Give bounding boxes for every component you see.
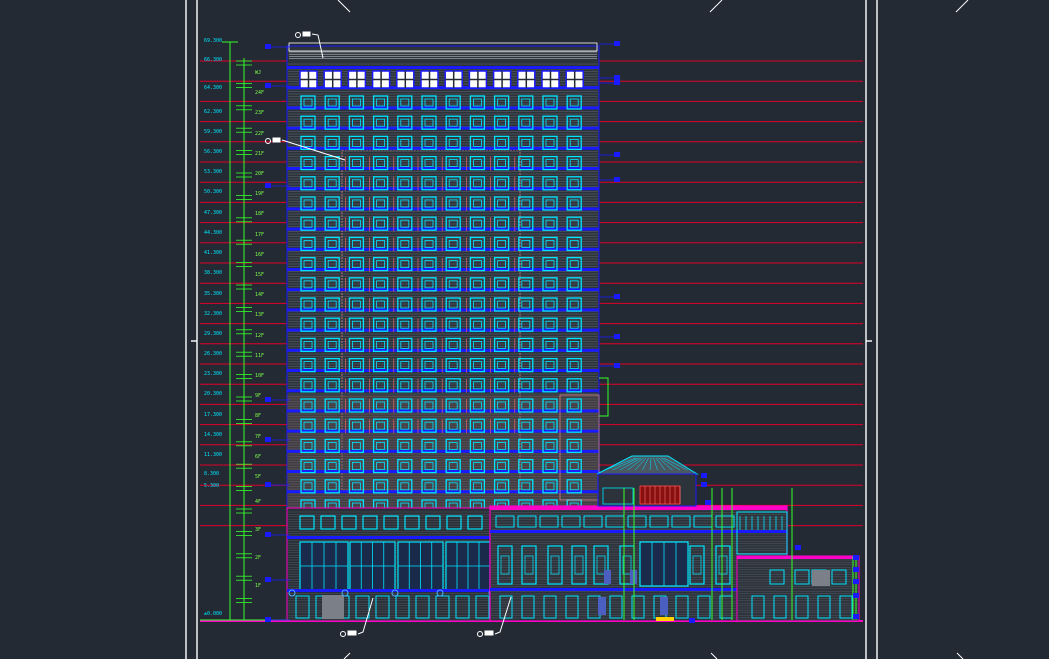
cad-model-viewport[interactable]: 69.300 66.300 64.300 62.300 59.300 56.300 53.3… bbox=[0, 0, 1049, 659]
floor-label: 1F bbox=[255, 583, 262, 589]
elevation-mark: 69.300 bbox=[204, 38, 223, 44]
elevation-mark: 56.300 bbox=[204, 149, 223, 155]
elevation-mark: 35.300 bbox=[204, 291, 223, 297]
elevation-mark: 26.300 bbox=[204, 351, 223, 357]
elevation-mark: 32.300 bbox=[204, 311, 223, 317]
floor-label: 4F bbox=[255, 499, 262, 505]
floor-label: 15F bbox=[255, 272, 265, 278]
floor-label: 18F bbox=[255, 211, 265, 218]
floor-label: 16F bbox=[255, 251, 265, 258]
elevation-mark: 11.300 bbox=[204, 452, 223, 458]
elevation-mark: 41.300 bbox=[204, 250, 223, 256]
floor-label: 9F bbox=[255, 393, 262, 400]
floor-label: 19F bbox=[255, 191, 265, 198]
floor-label: 10F bbox=[255, 373, 265, 379]
elevation-mark: 44.300 bbox=[204, 230, 223, 236]
floor-label: 22F bbox=[255, 130, 265, 137]
elevation-mark: 38.300 bbox=[204, 270, 223, 276]
elevation-mark: 29.300 bbox=[204, 331, 223, 337]
floor-label: 3F bbox=[255, 527, 262, 533]
floor-label: 23F bbox=[255, 110, 265, 117]
floor-label: 8F bbox=[255, 413, 262, 420]
elevation-mark: 20.300 bbox=[204, 391, 223, 397]
floor-label: 14F bbox=[255, 292, 265, 299]
floor-label: 20F bbox=[255, 171, 265, 177]
elevation-drawing[interactable] bbox=[0, 0, 1049, 659]
floor-label: 11F bbox=[255, 352, 265, 359]
elevation-mark: ±0.000 bbox=[204, 611, 223, 617]
floor-label: 13F bbox=[255, 312, 265, 319]
floor-label: 21F bbox=[255, 150, 265, 157]
elevation-mark: 59.300 bbox=[204, 129, 223, 135]
elevation-mark: 64.300 bbox=[204, 85, 223, 91]
elevation-mark: 50.300 bbox=[204, 189, 223, 195]
elevation-mark: 5.300 bbox=[204, 483, 220, 489]
floor-label: 5F bbox=[255, 474, 262, 480]
elevation-mark: 62.300 bbox=[204, 109, 223, 115]
elevation-mark: 8.300 bbox=[204, 471, 220, 477]
elevation-mark: 17.300 bbox=[204, 412, 223, 418]
floor-label: 24F bbox=[255, 90, 265, 97]
floor-label: WJ bbox=[255, 70, 262, 76]
floor-label: 17F bbox=[255, 231, 265, 238]
elevation-mark: 47.300 bbox=[204, 210, 223, 216]
floor-label: 6F bbox=[255, 453, 262, 460]
elevation-mark: 14.300 bbox=[204, 432, 223, 438]
floor-label: 12F bbox=[255, 332, 265, 339]
elevation-mark: 53.300 bbox=[204, 169, 223, 175]
floor-label: 2F bbox=[255, 555, 262, 561]
floor-label: 7F bbox=[255, 433, 262, 440]
elevation-mark: 23.300 bbox=[204, 371, 223, 377]
elevation-mark: 66.300 bbox=[204, 57, 223, 63]
